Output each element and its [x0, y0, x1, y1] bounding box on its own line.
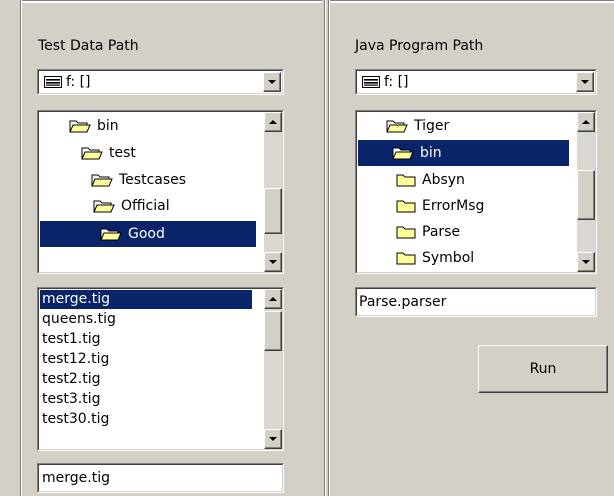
- scroll-down-button[interactable]: [264, 429, 282, 449]
- java-program-path-label: Java Program Path: [355, 38, 484, 54]
- tree-item-label: Tiger: [414, 118, 450, 134]
- folder-open-icon: [392, 147, 414, 160]
- file-item-queens[interactable]: queens.tig: [40, 310, 116, 329]
- file-item-test2[interactable]: test2.tig: [40, 370, 101, 389]
- run-button[interactable]: Run: [478, 345, 608, 393]
- file-item-test1[interactable]: test1.tig: [40, 330, 101, 349]
- folder-open-icon: [386, 120, 408, 133]
- panel-divider-highlight: [325, 0, 326, 496]
- left-panel-edge-highlight: [21, 0, 22, 496]
- test-data-file-field[interactable]: merge.tig: [37, 463, 284, 493]
- tree-item-label: test: [109, 145, 136, 161]
- tree-item-label: Good: [128, 226, 165, 242]
- test-data-drive-value: f: []: [44, 74, 91, 90]
- chevron-up-icon: [269, 120, 277, 124]
- test-data-folder-tree[interactable]: bin test Testcases Official Good: [37, 110, 284, 274]
- tree-item-label: Absyn: [422, 172, 465, 188]
- java-program-drive-value: f: []: [362, 74, 409, 90]
- folder-closed-icon: [396, 200, 416, 213]
- java-program-class-field-value[interactable]: Parse.parser: [359, 294, 446, 310]
- java-program-tree-scrollbar[interactable]: [577, 112, 595, 272]
- tree-item-label: Symbol: [422, 250, 475, 266]
- folder-open-icon: [81, 147, 103, 160]
- test-data-drive-text: f: []: [66, 74, 91, 90]
- drive-icon: [362, 76, 380, 88]
- tree-item-absyn[interactable]: Absyn: [396, 167, 465, 193]
- file-item-merge[interactable]: merge.tig: [40, 290, 252, 309]
- test-data-path-label: Test Data Path: [38, 38, 139, 54]
- tree-item-label: Parse: [422, 224, 461, 240]
- folder-open-icon: [69, 120, 91, 133]
- scroll-thumb[interactable]: [264, 311, 282, 351]
- scroll-down-button[interactable]: [264, 252, 282, 272]
- tree-item-symbol[interactable]: Symbol: [396, 245, 474, 271]
- chevron-up-icon: [582, 120, 590, 124]
- test-data-tree-scrollbar[interactable]: [264, 112, 282, 272]
- drive-icon: [44, 76, 62, 88]
- scroll-up-button[interactable]: [264, 112, 282, 132]
- run-button-label: Run: [529, 361, 557, 377]
- scroll-down-button[interactable]: [577, 252, 595, 272]
- test-data-drive-dropdown-button[interactable]: [263, 72, 281, 92]
- tree-item-bin[interactable]: bin: [358, 140, 569, 166]
- java-program-drive-select[interactable]: f: []: [355, 69, 597, 95]
- folder-open-icon: [100, 228, 122, 241]
- test-data-drive-select[interactable]: f: []: [37, 69, 284, 95]
- java-program-class-field[interactable]: Parse.parser: [355, 287, 597, 317]
- chevron-down-icon: [582, 260, 590, 264]
- java-program-folder-tree[interactable]: Tiger bin Absyn ErrorMsg Parse Symbol: [355, 110, 597, 274]
- scroll-thumb[interactable]: [264, 188, 282, 234]
- test-data-file-scrollbar[interactable]: [264, 289, 282, 449]
- tree-item-label: bin: [420, 145, 442, 161]
- right-panel-edge-highlight: [329, 0, 330, 496]
- chevron-up-icon: [269, 297, 277, 301]
- right-panel-top-edge: [330, 0, 614, 3]
- tree-item-parse[interactable]: Parse: [396, 219, 460, 245]
- tree-item-good[interactable]: Good: [40, 221, 256, 247]
- file-item-test3[interactable]: test3.tig: [40, 390, 101, 409]
- left-panel-top-edge: [22, 0, 322, 3]
- scroll-thumb[interactable]: [577, 170, 595, 220]
- folder-open-icon: [93, 200, 115, 213]
- java-program-drive-text: f: []: [384, 74, 409, 90]
- scroll-up-button[interactable]: [577, 112, 595, 132]
- chevron-down-icon: [269, 260, 277, 264]
- folder-closed-icon: [396, 252, 416, 265]
- tree-item-official[interactable]: Official: [93, 193, 170, 219]
- java-program-drive-dropdown-button[interactable]: [576, 72, 594, 92]
- file-item-test12[interactable]: test12.tig: [40, 350, 109, 369]
- tree-item-label: Official: [121, 198, 170, 214]
- tree-item-test[interactable]: test: [81, 140, 136, 166]
- chevron-down-icon: [269, 437, 277, 441]
- test-data-file-list[interactable]: merge.tig queens.tig test1.tig test12.ti…: [37, 287, 284, 451]
- tree-item-testcases[interactable]: Testcases: [91, 167, 186, 193]
- tree-item-errormsg[interactable]: ErrorMsg: [396, 193, 484, 219]
- tree-item-tiger[interactable]: Tiger: [386, 113, 449, 139]
- file-item-test30[interactable]: test30.tig: [40, 410, 109, 429]
- tree-item-label: bin: [97, 118, 119, 134]
- test-data-file-field-value[interactable]: merge.tig: [42, 470, 110, 486]
- tree-item-label: ErrorMsg: [422, 198, 485, 214]
- folder-closed-icon: [396, 174, 416, 187]
- tree-item-label: Testcases: [119, 172, 187, 188]
- folder-open-icon: [91, 174, 113, 187]
- scroll-up-button[interactable]: [264, 289, 282, 309]
- chevron-down-icon: [268, 80, 276, 84]
- chevron-down-icon: [581, 80, 589, 84]
- tree-item-bin[interactable]: bin: [69, 113, 119, 139]
- folder-closed-icon: [396, 226, 416, 239]
